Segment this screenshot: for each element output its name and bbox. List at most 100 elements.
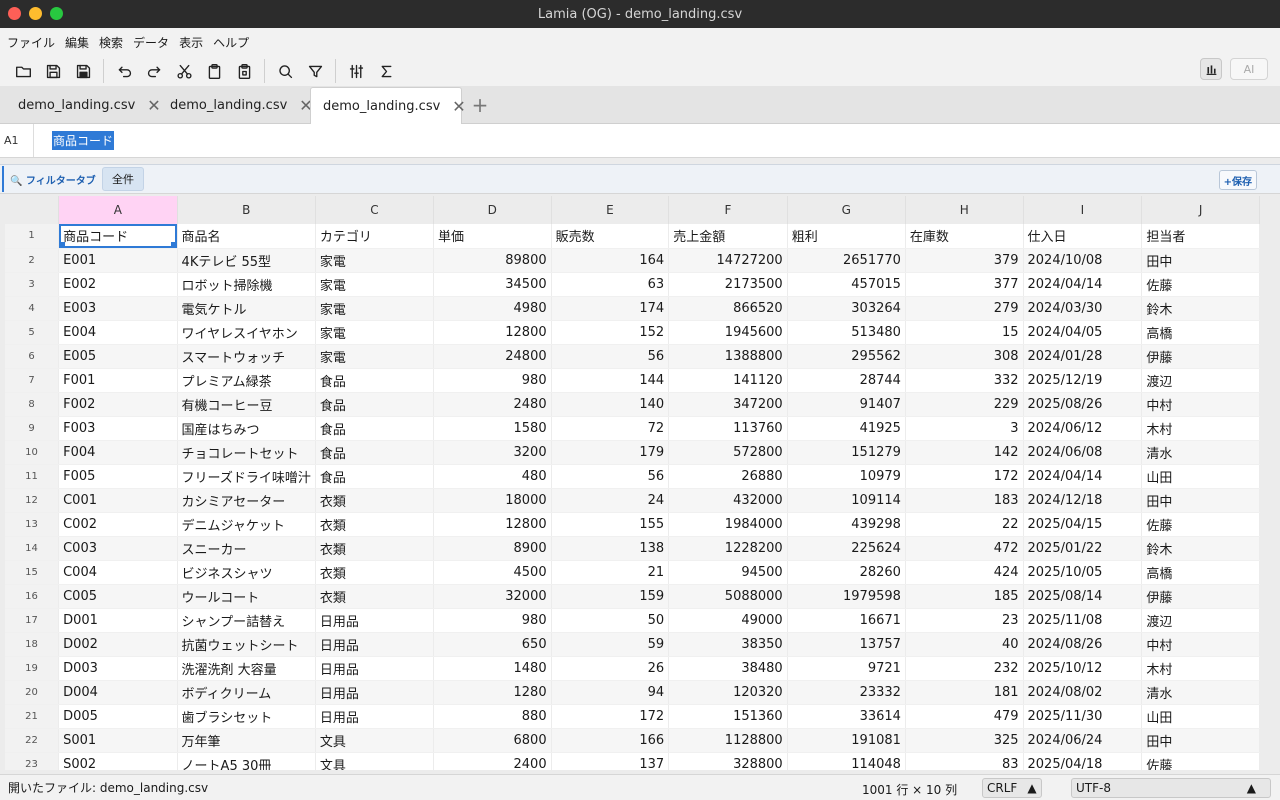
row-number[interactable]: 16 [5, 584, 60, 609]
selection-handle[interactable] [59, 241, 66, 247]
cell[interactable]: C004 [58, 560, 178, 585]
cell[interactable]: 63 [551, 272, 670, 297]
redo-icon[interactable] [139, 58, 169, 84]
cell[interactable]: 食品 [315, 440, 434, 465]
cell[interactable]: S002 [58, 752, 178, 770]
cell[interactable]: 日用品 [315, 656, 434, 681]
cell[interactable]: 家電 [315, 296, 434, 321]
cell[interactable]: 在庫数 [905, 224, 1024, 249]
cell[interactable]: 479 [905, 704, 1024, 729]
cell[interactable]: 109114 [787, 488, 906, 513]
cell[interactable]: 田中 [1141, 248, 1260, 273]
cell[interactable]: 424 [905, 560, 1024, 585]
sum-icon[interactable] [371, 58, 401, 84]
ai-button[interactable]: AI [1230, 58, 1268, 80]
cell[interactable]: カテゴリ [315, 224, 434, 249]
cell[interactable]: D002 [58, 632, 178, 657]
cell[interactable]: 伊藤 [1141, 344, 1260, 369]
cell[interactable]: 4500 [433, 560, 552, 585]
cell[interactable]: フリーズドライ味噌汁 [177, 464, 316, 489]
cell[interactable]: 59 [551, 632, 670, 657]
cell[interactable]: 472 [905, 536, 1024, 561]
undo-icon[interactable] [109, 58, 139, 84]
cell[interactable]: 日用品 [315, 680, 434, 705]
cell[interactable]: 325 [905, 728, 1024, 753]
cell[interactable]: 14727200 [668, 248, 788, 273]
cell[interactable]: 138 [551, 536, 670, 561]
cell[interactable]: 28744 [787, 368, 906, 393]
cell[interactable]: 1280 [433, 680, 552, 705]
cell[interactable]: 単価 [433, 224, 552, 249]
cell[interactable]: F005 [58, 464, 178, 489]
cell[interactable]: 183 [905, 488, 1024, 513]
menu-data[interactable]: データ [133, 34, 169, 51]
cell[interactable]: 980 [433, 608, 552, 633]
row-number[interactable]: 13 [5, 512, 60, 537]
line-ending-select[interactable]: CRLF ▲ [982, 778, 1042, 798]
cell[interactable]: 23332 [787, 680, 906, 705]
tab-file-3[interactable]: demo_landing.csv ✕ [310, 87, 466, 124]
cell[interactable]: 56 [551, 464, 670, 489]
cell[interactable]: C002 [58, 512, 178, 537]
cell[interactable]: E005 [58, 344, 178, 369]
row-number[interactable]: 14 [5, 536, 60, 561]
cell[interactable]: 49000 [668, 608, 788, 633]
cell[interactable]: 120320 [668, 680, 788, 705]
row-number[interactable]: 18 [5, 632, 60, 657]
cell[interactable]: 328800 [668, 752, 788, 770]
cell[interactable]: 16671 [787, 608, 906, 633]
encoding-select[interactable]: UTF-8 ▲ [1071, 778, 1271, 798]
cell[interactable]: C003 [58, 536, 178, 561]
cell[interactable]: 清水 [1141, 440, 1260, 465]
cell[interactable]: 家電 [315, 248, 434, 273]
cell[interactable]: 2025/11/08 [1023, 608, 1143, 633]
cell[interactable]: 308 [905, 344, 1024, 369]
cell[interactable]: 家電 [315, 320, 434, 345]
cell[interactable]: ボディクリーム [177, 680, 316, 705]
cell[interactable]: 2024/01/28 [1023, 344, 1143, 369]
cell[interactable]: 文具 [315, 752, 434, 770]
cell[interactable]: 国産はちみつ [177, 416, 316, 441]
column-header-d[interactable]: D [433, 196, 552, 224]
cell[interactable]: 2025/04/15 [1023, 512, 1143, 537]
cell[interactable]: 高橋 [1141, 320, 1260, 345]
cell[interactable]: 清水 [1141, 680, 1260, 705]
cell[interactable]: 295562 [787, 344, 906, 369]
row-number[interactable]: 7 [5, 368, 60, 393]
cell[interactable]: 2025/10/05 [1023, 560, 1143, 585]
cell[interactable]: 抗菌ウェットシート [177, 632, 316, 657]
cell[interactable]: 2024/12/18 [1023, 488, 1143, 513]
cell[interactable]: 2025/08/14 [1023, 584, 1143, 609]
cell[interactable]: 225624 [787, 536, 906, 561]
cell[interactable]: 172 [551, 704, 670, 729]
cell[interactable]: 2025/10/12 [1023, 656, 1143, 681]
cell[interactable]: 12800 [433, 512, 552, 537]
cell[interactable]: 166 [551, 728, 670, 753]
cell[interactable]: 13757 [787, 632, 906, 657]
cell[interactable]: 1945600 [668, 320, 788, 345]
cell[interactable]: 2173500 [668, 272, 788, 297]
column-header-c[interactable]: C [315, 196, 434, 224]
cell[interactable]: 137 [551, 752, 670, 770]
cell[interactable]: 72 [551, 416, 670, 441]
cell[interactable]: D004 [58, 680, 178, 705]
cell[interactable]: 衣類 [315, 560, 434, 585]
formula-input[interactable]: 商品コード [52, 131, 115, 150]
add-tab-icon[interactable]: + [462, 87, 498, 123]
cell[interactable]: 佐藤 [1141, 752, 1260, 770]
row-number[interactable]: 17 [5, 608, 60, 633]
cell[interactable]: 279 [905, 296, 1024, 321]
cell[interactable]: 木村 [1141, 656, 1260, 681]
cell[interactable]: 2024/06/12 [1023, 416, 1143, 441]
cell[interactable]: 食品 [315, 464, 434, 489]
cell[interactable]: 880 [433, 704, 552, 729]
cell[interactable]: 18000 [433, 488, 552, 513]
cell[interactable]: 食品 [315, 368, 434, 393]
cell[interactable]: 10979 [787, 464, 906, 489]
cell[interactable]: 142 [905, 440, 1024, 465]
column-settings-icon[interactable] [341, 58, 371, 84]
cell[interactable]: 26880 [668, 464, 788, 489]
row-number[interactable]: 20 [5, 680, 60, 705]
cell[interactable]: 商品名 [177, 224, 316, 249]
cell[interactable]: 佐藤 [1141, 512, 1260, 537]
